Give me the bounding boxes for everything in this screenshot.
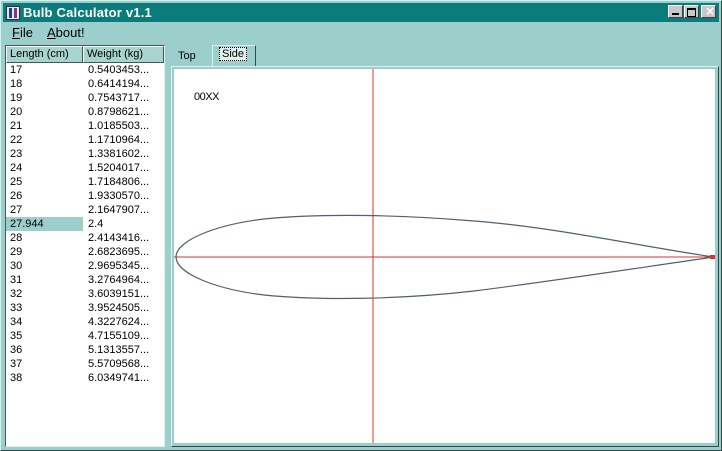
table-row[interactable]: 26 1.9330570... bbox=[6, 189, 164, 203]
cell-length: 26 bbox=[10, 190, 23, 202]
cell-length: 24 bbox=[10, 162, 23, 174]
table-row[interactable]: 18 0.6414194... bbox=[6, 77, 164, 91]
length-weight-table[interactable]: Length (cm) Weight (kg) 17 0.5403453... 18… bbox=[5, 45, 165, 447]
cell-length: 33 bbox=[10, 302, 23, 314]
cell-length: 38 bbox=[10, 372, 23, 384]
table-row[interactable]: 25 1.7184806... bbox=[6, 175, 164, 189]
cell-weight: 1.3381602... bbox=[88, 148, 150, 160]
cell-weight: 6.0349741... bbox=[88, 372, 150, 384]
app-icon bbox=[6, 5, 20, 20]
column-header-weight[interactable]: Weight (kg) bbox=[83, 46, 164, 63]
table-row[interactable]: 35 4.7155109... bbox=[6, 329, 164, 343]
cell-weight: 2.4143416... bbox=[88, 232, 150, 244]
table-body: 17 0.5403453... 18 0.6414194... 19 0.7543717.… bbox=[6, 63, 164, 385]
cell-weight: 1.9330570... bbox=[88, 190, 150, 202]
title-bar[interactable]: Bulb Calculator v1.1 × bbox=[3, 3, 719, 22]
table-row[interactable]: 32 3.6039151... bbox=[6, 287, 164, 301]
cell-length: 27 bbox=[10, 204, 23, 216]
cell-weight: 0.8798621... bbox=[88, 106, 150, 118]
cell-length: 31 bbox=[10, 274, 23, 286]
bulb-side-drawing bbox=[174, 69, 715, 443]
table-row[interactable]: 23 1.3381602... bbox=[6, 147, 164, 161]
table-row[interactable]: 36 5.1313557... bbox=[6, 343, 164, 357]
table-row[interactable]: 34 4.3227624... bbox=[6, 315, 164, 329]
table-row[interactable]: 24 1.5204017... bbox=[6, 161, 164, 175]
table-header: Length (cm) Weight (kg) bbox=[6, 46, 164, 63]
cell-weight: 3.6039151... bbox=[88, 288, 150, 300]
cell-length: 28 bbox=[10, 232, 23, 244]
cell-weight: 2.1647907... bbox=[88, 204, 150, 216]
cell-weight: 2.6823695... bbox=[88, 246, 150, 258]
window-controls: × bbox=[667, 4, 716, 18]
cell-length: 29 bbox=[10, 246, 23, 258]
cell-weight: 0.7543717... bbox=[88, 92, 150, 104]
cell-weight: 0.6414194... bbox=[88, 78, 150, 90]
cell-weight: 3.9524505... bbox=[88, 302, 150, 314]
table-row[interactable]: 29 2.6823695... bbox=[6, 245, 164, 259]
table-row[interactable]: 20 0.8798621... bbox=[6, 105, 164, 119]
menu-bar: File About! bbox=[5, 24, 92, 42]
cell-length: 23 bbox=[10, 148, 23, 160]
cell-length: 20 bbox=[10, 106, 23, 118]
cell-weight: 3.2764964... bbox=[88, 274, 150, 286]
main-window: Bulb Calculator v1.1 × File About! Lengt… bbox=[0, 0, 722, 451]
cell-length: 27.944 bbox=[6, 217, 83, 231]
minimize-button[interactable] bbox=[668, 5, 683, 18]
table-row[interactable]: 22 1.1710964... bbox=[6, 133, 164, 147]
cell-weight: 4.7155109... bbox=[88, 330, 150, 342]
column-header-length[interactable]: Length (cm) bbox=[6, 46, 83, 63]
cell-weight: 2.9695345... bbox=[88, 260, 150, 272]
table-row[interactable]: 17 0.5403453... bbox=[6, 63, 164, 77]
cell-weight: 2.4 bbox=[88, 218, 104, 230]
menu-file[interactable]: File bbox=[5, 24, 40, 42]
cell-weight: 1.0185503... bbox=[88, 120, 150, 132]
table-row[interactable]: 38 6.0349741... bbox=[6, 371, 164, 385]
cell-weight: 4.3227624... bbox=[88, 316, 150, 328]
cell-length: 36 bbox=[10, 344, 23, 356]
cell-weight: 5.5709568... bbox=[88, 358, 150, 370]
cell-weight: 5.1313557... bbox=[88, 344, 150, 356]
cell-weight: 1.7184806... bbox=[88, 176, 150, 188]
table-row[interactable]: 37 5.5709568... bbox=[6, 357, 164, 371]
cell-length: 21 bbox=[10, 120, 23, 132]
tail-marker bbox=[710, 255, 715, 259]
cell-length: 18 bbox=[10, 78, 23, 90]
close-button[interactable]: × bbox=[701, 4, 716, 18]
cell-weight: 0.5403453... bbox=[88, 64, 150, 76]
cell-length: 25 bbox=[10, 176, 23, 188]
maximize-button[interactable] bbox=[684, 5, 699, 18]
table-row[interactable]: 33 3.9524505... bbox=[6, 301, 164, 315]
cell-length: 19 bbox=[10, 92, 23, 104]
tab-side[interactable]: Side bbox=[212, 45, 256, 66]
menu-about[interactable]: About! bbox=[40, 24, 92, 42]
cell-length: 37 bbox=[10, 358, 23, 370]
cell-length: 32 bbox=[10, 288, 23, 300]
cell-weight: 1.5204017... bbox=[88, 162, 150, 174]
table-row[interactable]: 21 1.0185503... bbox=[6, 119, 164, 133]
table-row[interactable]: 30 2.9695345... bbox=[6, 259, 164, 273]
table-row[interactable]: 31 3.2764964... bbox=[6, 273, 164, 287]
table-row[interactable]: 27 2.1647907... bbox=[6, 203, 164, 217]
cell-weight: 1.1710964... bbox=[88, 134, 150, 146]
table-row[interactable]: 28 2.4143416... bbox=[6, 231, 164, 245]
close-icon: × bbox=[705, 4, 716, 18]
cell-length: 34 bbox=[10, 316, 23, 328]
table-row[interactable]: 19 0.7543717... bbox=[6, 91, 164, 105]
table-row[interactable]: 27.944 2.4 bbox=[6, 217, 164, 231]
cell-length: 22 bbox=[10, 134, 23, 146]
tab-panel-side: 00XX bbox=[171, 66, 719, 447]
bulb-drawing-canvas: 00XX bbox=[174, 69, 715, 443]
window-title: Bulb Calculator v1.1 bbox=[23, 5, 152, 20]
cell-length: 17 bbox=[10, 64, 23, 76]
tab-top[interactable]: Top bbox=[171, 48, 211, 66]
cell-length: 35 bbox=[10, 330, 23, 342]
cell-length: 30 bbox=[10, 260, 23, 272]
